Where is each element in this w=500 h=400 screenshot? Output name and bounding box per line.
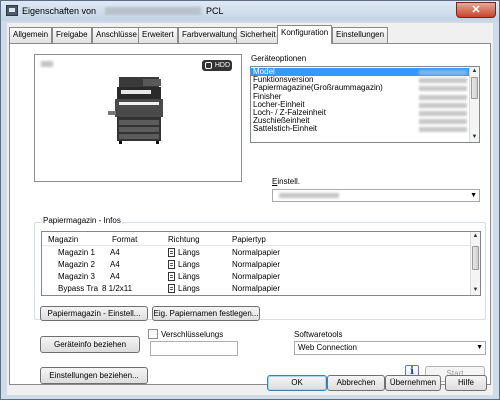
tab-freigabe[interactable]: Freigabe (52, 27, 92, 43)
einstell-combo[interactable]: ▼ (272, 189, 480, 202)
hdd-badge: HDD (202, 60, 232, 71)
portrait-page-icon (168, 248, 175, 257)
close-icon: ✕ (471, 4, 481, 16)
verschluesselung-label: Verschlüsselungs (161, 330, 224, 339)
tab-sicherheit[interactable]: Sicherheit (236, 27, 280, 43)
tab-panel-konfiguration: HDD Geräteoptionen Model Funktionsversio… (9, 43, 491, 385)
chevron-down-icon: ▼ (470, 192, 477, 199)
geraeteoptionen-label: Geräteoptionen (250, 54, 308, 63)
tab-allgemein[interactable]: Allgemein (9, 27, 53, 43)
table-scrollbar[interactable]: ▲ ▼ (470, 232, 480, 295)
list-item[interactable]: Sattelstich-Einheit (251, 125, 479, 133)
window-title-suffix: PCL (206, 6, 224, 16)
scroll-down-icon[interactable]: ▼ (470, 133, 479, 142)
tab-konfiguration[interactable]: Konfiguration (277, 25, 333, 44)
model-label-redacted (41, 61, 53, 67)
chevron-down-icon: ▼ (476, 344, 483, 351)
title-bar[interactable]: Eigenschaften von PCL ✕ (1, 1, 499, 21)
close-button[interactable]: ✕ (456, 2, 496, 18)
dialog-client: Allgemein Freigabe Anschlüsse Erweitert … (7, 23, 493, 395)
scroll-up-icon[interactable]: ▲ (471, 232, 480, 241)
list-item[interactable]: Papiermagazine(Großraummagazin) (251, 84, 479, 92)
table-header: Magazin Format Richtung Papiertyp (42, 232, 480, 246)
einstell-value-redacted (279, 193, 339, 198)
scroll-down-icon[interactable]: ▼ (471, 286, 480, 295)
verschluesselung-checkbox[interactable] (148, 329, 158, 339)
tab-anschluesse[interactable]: Anschlüsse (92, 27, 141, 43)
scroll-thumb[interactable] (471, 77, 478, 99)
abbrechen-button[interactable]: Abbrechen (327, 375, 385, 391)
einstell-label: Einstell. (272, 177, 301, 186)
table-row[interactable]: Magazin 2 A4 Längs Normalpapier (42, 259, 480, 271)
scroll-up-icon[interactable]: ▲ (470, 67, 479, 76)
window-title: Eigenschaften von (22, 6, 97, 16)
hdd-icon (205, 62, 212, 69)
geraeteinfo-beziehen-button[interactable]: Geräteinfo beziehen (40, 336, 140, 353)
list-scrollbar[interactable]: ▲ ▼ (469, 67, 479, 142)
geraeteoptionen-list[interactable]: Model Funktionsversion Papiermagazine(Gr… (250, 66, 480, 143)
table-row[interactable]: Magazin 1 A4 Längs Normalpapier (42, 247, 480, 259)
properties-window: Eigenschaften von PCL ✕ Allgemein Freiga… (0, 0, 500, 400)
papiermagazin-table[interactable]: Magazin Format Richtung Papiertyp Magazi… (41, 231, 481, 296)
multifunction-printer-icon (108, 77, 163, 144)
papiernamen-festlegen-button[interactable]: Eig. Papiernamen festlegen... (152, 306, 260, 321)
papiermagazin-einstell-button[interactable]: Papiermagazin - Einstell... (40, 306, 148, 321)
printer-name-redacted (105, 7, 201, 15)
device-preview: HDD (34, 54, 242, 182)
column-header-format[interactable]: Format (112, 235, 137, 244)
verschluesselung-input[interactable] (150, 341, 238, 356)
softwaretools-select[interactable]: Web Connection ▼ (294, 341, 486, 355)
table-row[interactable]: Magazin 3 A4 Längs Normalpapier (42, 271, 480, 283)
portrait-page-icon (168, 284, 175, 293)
tab-einstellungen[interactable]: Einstellungen (332, 27, 389, 43)
table-row[interactable]: Bypass Tra 8 1/2x11 Längs Normalpapier (42, 283, 480, 295)
papiermagazin-label: Papiermagazin - Infos (42, 216, 122, 225)
column-header-richtung[interactable]: Richtung (168, 235, 200, 244)
tab-farbverwaltung[interactable]: Farbverwaltung (178, 27, 242, 43)
column-header-papiertyp[interactable]: Papiertyp (232, 235, 266, 244)
column-header-magazin[interactable]: Magazin (48, 235, 78, 244)
hilfe-button[interactable]: Hilfe (445, 375, 487, 391)
portrait-page-icon (168, 260, 175, 269)
tab-erweitert[interactable]: Erweitert (138, 27, 178, 43)
einstellungen-beziehen-button[interactable]: Einstellungen beziehen... (40, 367, 148, 384)
uebernehmen-button[interactable]: Übernehmen (385, 375, 441, 391)
scroll-thumb[interactable] (472, 246, 479, 270)
portrait-page-icon (168, 272, 175, 281)
printer-icon (6, 5, 18, 16)
ok-button[interactable]: OK (267, 375, 327, 391)
softwaretools-label: Softwaretools (294, 330, 343, 339)
